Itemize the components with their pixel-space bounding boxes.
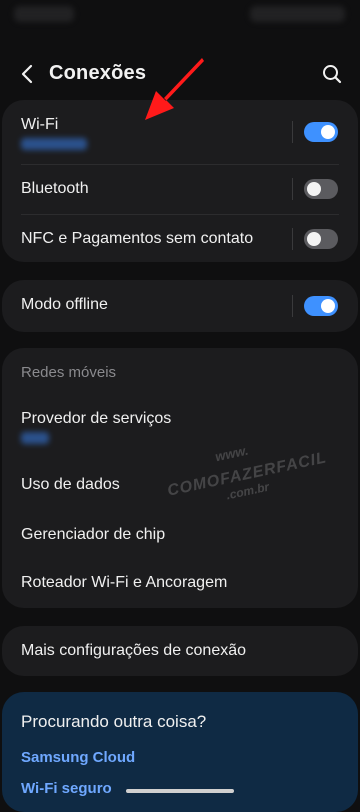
bluetooth-label: Bluetooth [21, 180, 89, 197]
offline-mode-label: Modo offline [21, 296, 108, 313]
more-settings-label: Mais configurações de conexão [21, 642, 247, 659]
status-bar [0, 0, 360, 36]
service-provider-label: Provedor de serviços [21, 410, 172, 427]
nfc-row[interactable]: NFC e Pagamentos sem contato [2, 214, 358, 262]
data-usage-label: Uso de dados [21, 476, 120, 493]
bluetooth-row[interactable]: Bluetooth [2, 164, 358, 214]
looking-for-title: Procurando outra coisa? [21, 712, 207, 731]
offline-mode-row[interactable]: Modo offline [2, 280, 358, 332]
search-icon [323, 65, 342, 84]
samsung-cloud-link[interactable]: Samsung Cloud [21, 749, 135, 766]
bluetooth-toggle[interactable] [304, 179, 338, 199]
offline-card: Modo offline [2, 280, 358, 332]
more-settings-card: Mais configurações de conexão [2, 626, 358, 676]
offline-mode-toggle[interactable] [304, 296, 338, 316]
chevron-left-icon [21, 64, 33, 84]
wifi-label: Wi-Fi [21, 116, 59, 133]
secure-wifi-link[interactable]: Wi-Fi seguro [21, 780, 112, 797]
hotspot-tethering-label: Roteador Wi-Fi e Ancoragem [21, 574, 228, 591]
looking-for-card: Procurando outra coisa? Samsung Cloud Wi… [2, 692, 358, 812]
section-header-mobile: Redes móveis [21, 364, 117, 381]
navigation-handle[interactable] [126, 789, 234, 793]
service-provider-value-blurred [21, 432, 49, 444]
wifi-toggle[interactable] [304, 122, 338, 142]
service-provider-row[interactable]: Provedor de serviços [2, 396, 358, 456]
red-arrow-annotation [145, 58, 204, 120]
back-button[interactable] [14, 60, 42, 88]
page-title: Conexões [49, 62, 147, 84]
hotspot-tethering-row[interactable]: Roteador Wi-Fi e Ancoragem [2, 566, 358, 602]
wifi-network-name-blurred [21, 138, 87, 150]
more-settings-row[interactable]: Mais configurações de conexão [2, 626, 358, 676]
chip-manager-row[interactable]: Gerenciador de chip [2, 518, 358, 554]
nfc-label: NFC e Pagamentos sem contato [21, 230, 254, 247]
mobile-networks-card: Redes móveis Provedor de serviços Uso de… [2, 348, 358, 608]
data-usage-row[interactable]: Uso de dados [2, 468, 358, 504]
search-button[interactable] [318, 60, 346, 88]
chip-manager-label: Gerenciador de chip [21, 526, 166, 543]
nfc-toggle[interactable] [304, 229, 338, 249]
